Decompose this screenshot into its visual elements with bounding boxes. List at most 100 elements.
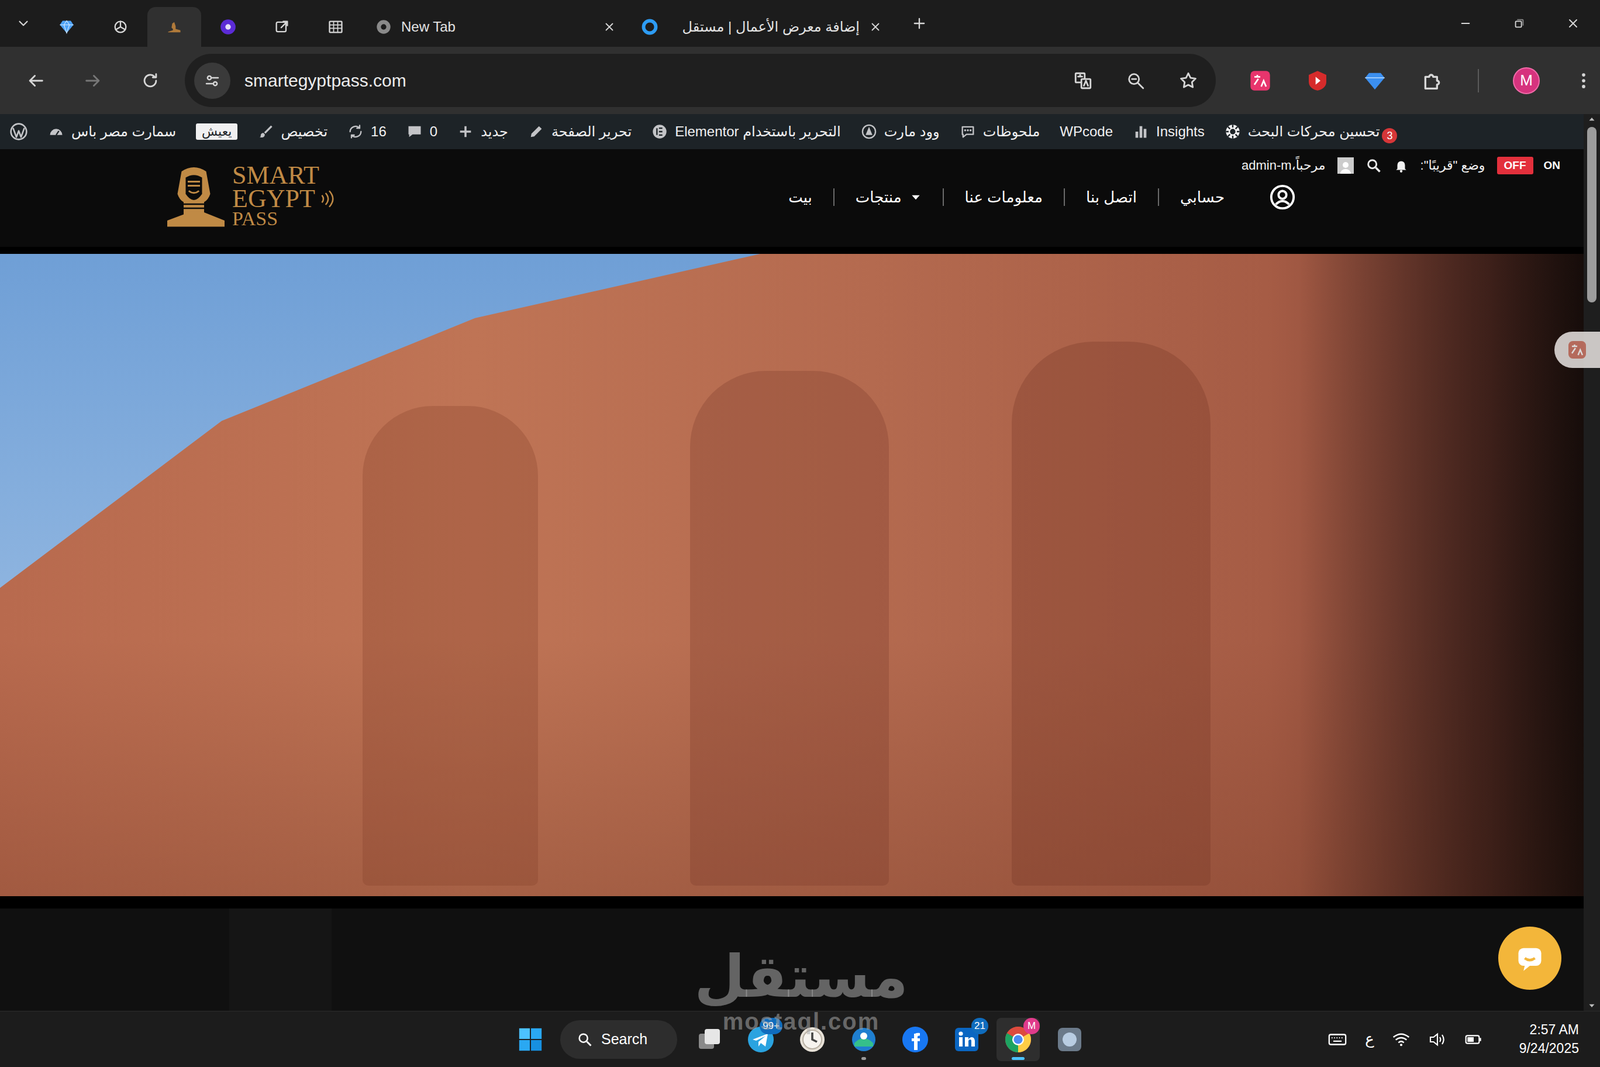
browser-toolbar: smartegyptpass.com M xyxy=(0,46,1600,115)
account-icon[interactable] xyxy=(1269,183,1296,211)
admin-bar-item[interactable]: تخصيص xyxy=(257,123,328,140)
admin-bar-item[interactable]: وود مارت xyxy=(860,123,940,140)
admin-bar-item[interactable]: Insights xyxy=(1132,123,1205,140)
tab-list: New Tab إضافة معرض الأعمال | مستقل xyxy=(39,7,895,47)
new-tab-button[interactable] xyxy=(902,7,936,40)
admin-bar-item[interactable]: تحسين محركات البحث3 xyxy=(1224,119,1398,144)
address-bar[interactable]: smartegyptpass.com xyxy=(184,53,1216,108)
reload-button[interactable] xyxy=(121,57,179,105)
app-badge: 21 xyxy=(971,1017,989,1034)
nav-item[interactable]: منتجات xyxy=(834,188,943,207)
tab-title: إضافة معرض الأعمال | مستقل xyxy=(667,18,860,36)
input-language[interactable]: ع xyxy=(1364,1029,1375,1048)
star-icon[interactable] xyxy=(1178,70,1199,91)
volume-icon[interactable] xyxy=(1428,1029,1447,1049)
menu-dots-icon[interactable] xyxy=(1573,70,1594,91)
elementor-icon xyxy=(651,123,668,140)
back-button[interactable] xyxy=(7,57,65,105)
url-text[interactable]: smartegyptpass.com xyxy=(244,70,407,91)
wifi-icon[interactable] xyxy=(1391,1029,1411,1049)
restore-button[interactable] xyxy=(1492,0,1547,47)
battery-icon[interactable] xyxy=(1464,1029,1484,1049)
coming-soon-label: وضع "قريبًا": xyxy=(1420,157,1486,174)
gem-extension-icon[interactable] xyxy=(1363,69,1387,93)
forward-button[interactable] xyxy=(64,57,122,105)
taskbar-app[interactable] xyxy=(893,1017,937,1061)
dashboard-icon xyxy=(47,123,65,140)
close-icon[interactable] xyxy=(869,20,882,34)
admin-bar-item[interactable]: WPcode xyxy=(1059,123,1113,140)
chat-icon xyxy=(1514,942,1546,974)
taskbar-app[interactable] xyxy=(1047,1017,1092,1061)
caret-down-icon xyxy=(909,191,922,203)
browser-tab[interactable] xyxy=(147,7,202,47)
admin-bar-item[interactable]: التحرير باستخدام Elementor xyxy=(651,123,841,140)
nav-item[interactable]: بيت xyxy=(767,188,834,207)
translate-icon[interactable] xyxy=(1073,70,1093,91)
scroll-up-icon[interactable] xyxy=(1586,114,1598,125)
taskbar-app[interactable]: 21 xyxy=(945,1017,989,1061)
plus-icon xyxy=(457,123,474,140)
tab-search-button[interactable] xyxy=(7,7,40,40)
admin-bar-item[interactable]: 0 xyxy=(406,123,438,140)
user-avatar[interactable] xyxy=(1337,157,1354,174)
translator-extension-icon[interactable] xyxy=(1248,69,1272,93)
close-window-button[interactable] xyxy=(1546,0,1600,47)
restore-icon xyxy=(1512,16,1526,30)
minimize-button[interactable] xyxy=(1438,0,1493,47)
admin-bar-item[interactable]: 16 xyxy=(347,123,387,140)
clock[interactable]: 2:57 AM9/24/2025 xyxy=(1519,1020,1579,1057)
mostaql-icon xyxy=(641,18,658,36)
app-badge: 99+ xyxy=(759,1017,783,1034)
scrollbar-thumb[interactable] xyxy=(1587,126,1597,303)
taskbar-app[interactable]: M xyxy=(996,1017,1040,1061)
video-extension-icon[interactable] xyxy=(1305,69,1330,93)
taskbar-app[interactable]: 99+ xyxy=(739,1017,783,1061)
taskbar-app[interactable] xyxy=(842,1017,886,1061)
admin-bar-item[interactable]: يعيش xyxy=(195,123,238,140)
start-button[interactable] xyxy=(508,1017,553,1061)
profile-avatar[interactable]: M xyxy=(1512,67,1540,95)
nav-item[interactable]: اتصل بنا xyxy=(1064,188,1158,207)
scroll-down-icon[interactable] xyxy=(1586,1000,1598,1011)
site-logo[interactable]: SMARTEGYPTPASS xyxy=(163,160,336,231)
taskbar-search[interactable]: Search xyxy=(560,1019,678,1059)
admin-bar-item[interactable]: ملحوظات xyxy=(959,123,1041,140)
reload-icon xyxy=(140,70,161,91)
search-icon[interactable] xyxy=(1365,157,1382,174)
pharaoh-icon xyxy=(163,163,229,229)
browser-tab[interactable]: New Tab xyxy=(362,7,629,47)
close-icon[interactable] xyxy=(602,20,616,34)
zoom-icon[interactable] xyxy=(1125,70,1146,91)
logo-word: EGYPT xyxy=(232,187,316,211)
browser-tab[interactable]: إضافة معرض الأعمال | مستقل xyxy=(628,7,895,47)
chat-widget-button[interactable] xyxy=(1498,926,1562,990)
browser-tab[interactable] xyxy=(39,7,94,47)
browser-tab[interactable] xyxy=(254,7,309,47)
tab-content xyxy=(254,18,309,36)
translate-float-button[interactable] xyxy=(1554,331,1600,368)
nav-item[interactable]: حسابي xyxy=(1159,188,1246,207)
nav-item[interactable]: معلومات عنا xyxy=(943,188,1064,207)
browser-tab[interactable] xyxy=(201,7,255,47)
coming-soon-toggle[interactable]: OFF ON xyxy=(1497,156,1561,175)
admin-bar-item[interactable]: سمارت مصر باس xyxy=(47,123,177,140)
admin-bar-item[interactable]: تحرير الصفحة xyxy=(528,123,632,140)
toggle-on-label[interactable]: ON xyxy=(1543,156,1561,175)
wordpress-icon[interactable] xyxy=(9,122,29,141)
puzzle-icon[interactable] xyxy=(1420,69,1444,93)
taskbar-app[interactable] xyxy=(687,1017,731,1061)
admin-bar-label: جديد xyxy=(480,123,509,140)
user-greeting[interactable]: مرحباً،admin-m xyxy=(1241,157,1326,174)
keyboard-icon[interactable] xyxy=(1327,1029,1348,1050)
browser-tab[interactable] xyxy=(308,7,363,47)
browser-tab[interactable] xyxy=(93,7,148,47)
taskbar-app[interactable] xyxy=(790,1017,834,1061)
toggle-off-label[interactable]: OFF xyxy=(1497,156,1534,175)
scrollbar[interactable] xyxy=(1583,114,1600,1011)
chrome-page-icon xyxy=(375,18,392,36)
openai-icon xyxy=(112,18,129,36)
site-info-button[interactable] xyxy=(194,62,231,99)
admin-bar-item[interactable]: جديد xyxy=(457,123,509,140)
hero-video[interactable] xyxy=(0,253,1584,896)
